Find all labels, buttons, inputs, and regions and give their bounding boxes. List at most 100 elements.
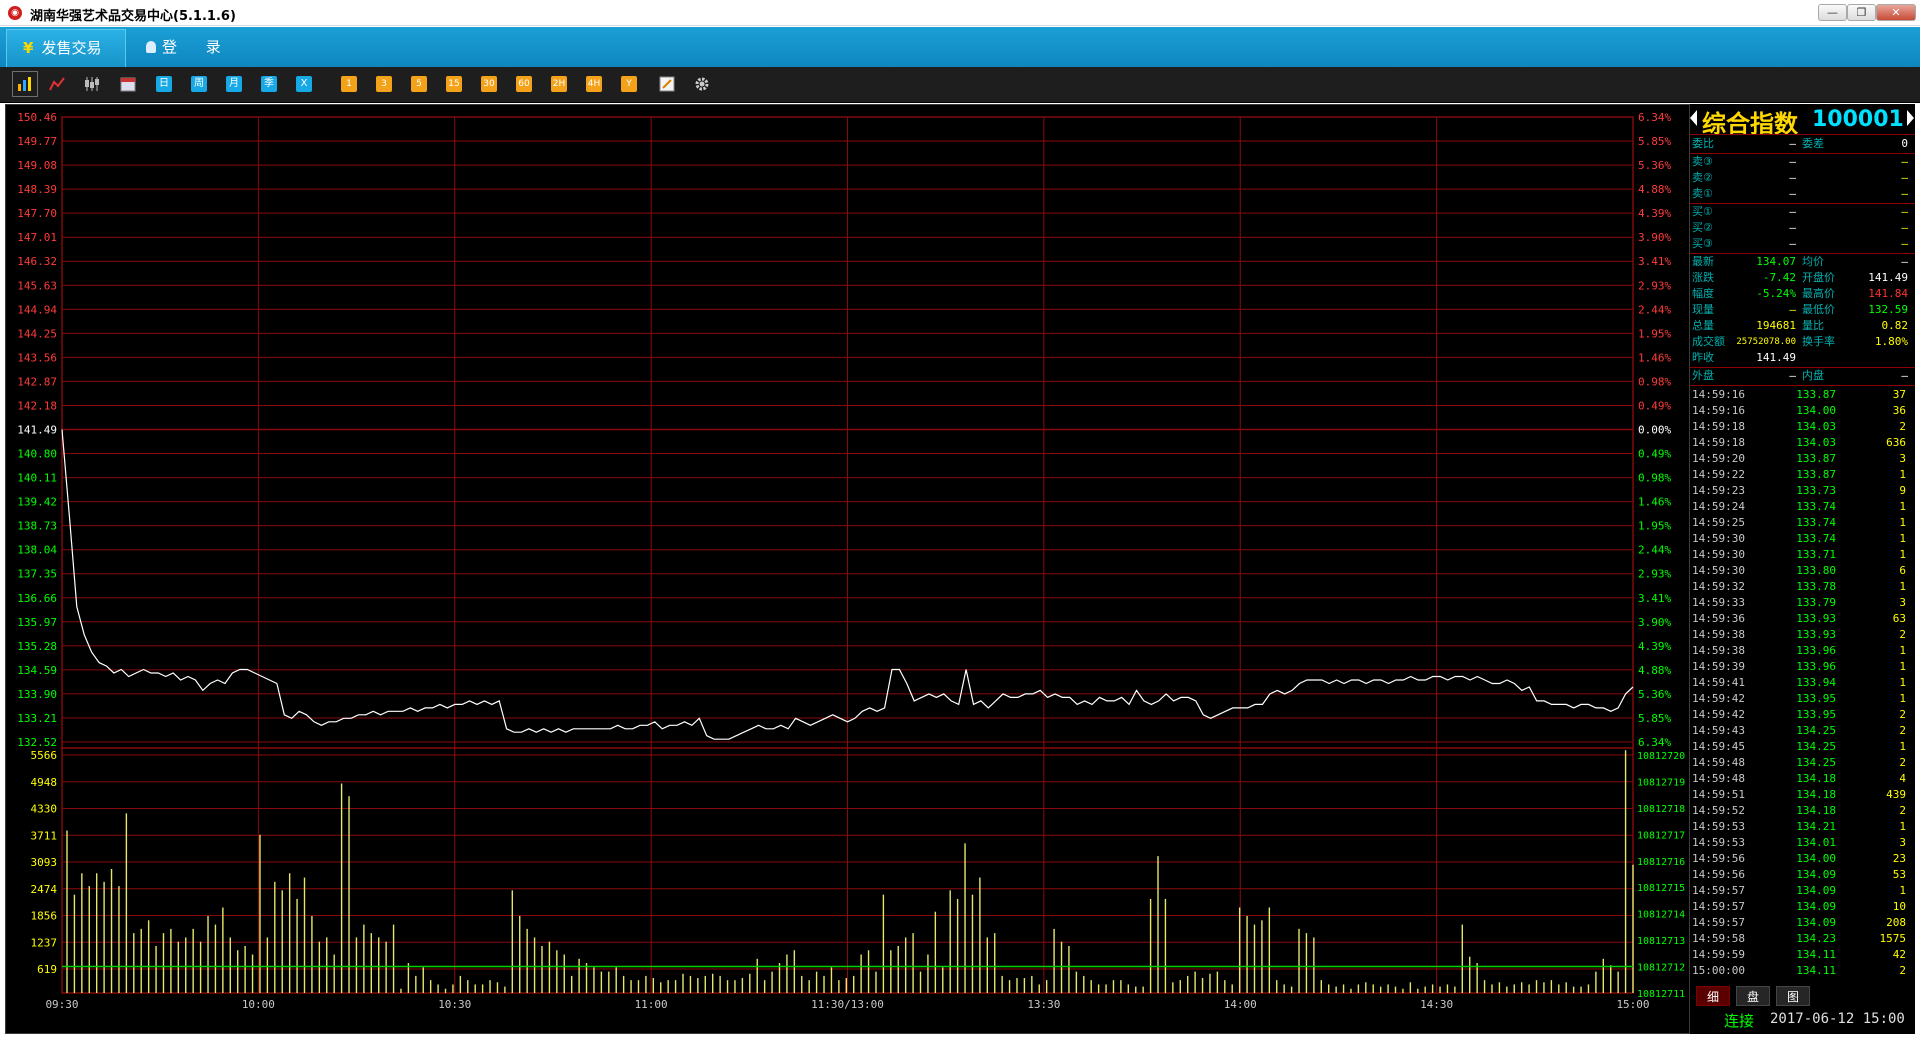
draw-pencil-icon[interactable] [659, 76, 675, 92]
time-axis-label: 13:30 [1027, 998, 1060, 1011]
next-instrument-icon[interactable] [1907, 110, 1914, 126]
quote-value: 141.84 [1868, 287, 1908, 300]
tick-time: 14:59:45 [1692, 740, 1745, 753]
quote-row: 幅度 -5.24% 最高价 141.84 [1690, 286, 1915, 302]
volume-right-label: 10812716 [1637, 857, 1685, 868]
period-quarter-button[interactable]: 季 [261, 76, 277, 92]
intraday-chart-panel[interactable]: 150.46 6.34% 149.77 5.85% 149.08 5.36% 148.39 4… [5, 104, 1690, 1034]
quote-label: 幅度 [1692, 287, 1714, 300]
minute-1-button[interactable]: 1 [341, 76, 357, 92]
prev-instrument-icon[interactable] [1690, 110, 1697, 126]
tick-time: 14:59:57 [1692, 884, 1745, 897]
pct-axis-label: 4.88% [1638, 664, 1671, 677]
app-logo-icon: ◉ [8, 6, 22, 20]
pct-axis-label: 5.85% [1638, 712, 1671, 725]
tick-row: 14:59:39 133.96 1 [1690, 659, 1915, 675]
tick-row: 14:59:30 133.74 1 [1690, 531, 1915, 547]
minute-60-button[interactable]: 60 [516, 76, 532, 92]
order-ratio-row: 委比 — 委差 0 [1690, 136, 1915, 152]
tick-row: 14:59:38 133.96 1 [1690, 643, 1915, 659]
quote-value: 194681 [1756, 319, 1796, 332]
settings-gear-icon[interactable] [694, 76, 710, 92]
tick-time: 14:59:20 [1692, 452, 1745, 465]
period-month-button[interactable]: 月 [226, 76, 242, 92]
tick-volume: 208 [1886, 916, 1906, 929]
minute-30-button[interactable]: 30 [481, 76, 497, 92]
tick-price: 133.93 [1796, 612, 1836, 625]
tick-volume: 2 [1899, 420, 1906, 433]
buy-level-volume: — [1901, 205, 1908, 218]
minimize-button[interactable]: — [1818, 4, 1847, 21]
tick-row: 14:59:42 133.95 1 [1690, 691, 1915, 707]
volume-axis-label: 5566 [31, 749, 58, 762]
time-axis-label: 14:00 [1224, 998, 1257, 1011]
instrument-code: 100001 [1812, 107, 1904, 132]
price-axis-label: 138.73 [17, 520, 57, 533]
volume-right-label: 10812714 [1637, 910, 1685, 921]
maximize-button[interactable]: ❐ [1847, 4, 1876, 21]
candlestick-icon[interactable] [84, 76, 100, 92]
tick-price: 134.00 [1796, 404, 1836, 417]
quote-label: 最高价 [1802, 287, 1835, 300]
tick-price: 134.11 [1796, 964, 1836, 977]
tick-volume: 2 [1899, 628, 1906, 641]
hour-4-button[interactable]: 4H [586, 76, 602, 92]
pct-axis-label: 4.39% [1638, 640, 1671, 653]
volume-axis-label: 619 [37, 963, 57, 976]
tab-sales-trading[interactable]: ¥ 发售交易 [6, 29, 126, 67]
sell-level-volume: — [1901, 171, 1908, 184]
buy-level-row: 买② — — [1690, 220, 1915, 236]
buy-level-row: 买③ — — [1690, 236, 1915, 252]
volume-right-label: 10812718 [1637, 804, 1685, 815]
quote-label: 最新 [1692, 255, 1714, 268]
quote-label: 昨收 [1692, 351, 1714, 364]
minute-5-button[interactable]: 5 [411, 76, 427, 92]
period-week-button[interactable]: 周 [191, 76, 207, 92]
close-button[interactable]: ✕ [1876, 4, 1916, 21]
tick-time: 14:59:23 [1692, 484, 1745, 497]
tab-login-label: 登 录 [162, 38, 233, 56]
buy-level-row: 买① — — [1690, 204, 1915, 220]
line-chart-icon[interactable] [49, 76, 65, 92]
calendar-icon[interactable] [120, 76, 136, 92]
tick-row: 14:59:20 133.87 3 [1690, 451, 1915, 467]
price-axis-label: 146.32 [17, 255, 57, 268]
sell-level-row: 卖① — — [1690, 186, 1915, 202]
buy-level-volume: — [1901, 221, 1908, 234]
minute-15-button[interactable]: 15 [446, 76, 462, 92]
outer-inner-row: 外盘 — 内盘 — [1690, 368, 1915, 384]
quote-row: 昨收 141.49 [1690, 350, 1915, 366]
ratio-label: 委比 [1692, 137, 1714, 150]
chart-toolbar: 日 周 月 季 X 1 3 5 15 30 60 2H 4H Y [0, 67, 1920, 103]
quote-label: 换手率 [1802, 335, 1835, 348]
tick-volume: 2 [1899, 708, 1906, 721]
intraday-chart-icon[interactable] [12, 71, 38, 97]
status-bar: 连接 2017-06-12 15:00 [1690, 1006, 1915, 1032]
year-button[interactable]: Y [621, 76, 637, 92]
tab-graph[interactable]: 图 [1776, 986, 1810, 1006]
tick-row: 14:59:41 133.94 1 [1690, 675, 1915, 691]
tick-time: 14:59:48 [1692, 756, 1745, 769]
minute-3-button[interactable]: 3 [376, 76, 392, 92]
intraday-chart[interactable]: 150.46 6.34% 149.77 5.85% 149.08 5.36% 148.39 4… [6, 105, 1689, 1033]
quote-label: 均价 [1802, 255, 1824, 268]
tab-detail[interactable]: 细 [1696, 986, 1730, 1006]
quote-value: 141.49 [1756, 351, 1796, 364]
period-custom-button[interactable]: X [296, 76, 312, 92]
time-axis-label: 14:30 [1420, 998, 1453, 1011]
period-day-button[interactable]: 日 [156, 76, 172, 92]
quote-value: 0.82 [1881, 319, 1909, 332]
ratio-value: — [1789, 137, 1796, 150]
quote-value: -5.24% [1756, 287, 1796, 300]
tick-time: 14:59:57 [1692, 916, 1745, 929]
tick-row: 14:59:53 134.21 1 [1690, 819, 1915, 835]
tab-book[interactable]: 盘 [1736, 986, 1770, 1006]
tick-volume: 1 [1899, 740, 1906, 753]
hour-2-button[interactable]: 2H [551, 76, 567, 92]
time-axis-label: 15:00 [1616, 998, 1649, 1011]
tick-time: 14:59:59 [1692, 948, 1745, 961]
tab-login[interactable]: 登 录 [146, 29, 236, 67]
price-axis-label: 144.25 [17, 327, 57, 340]
tick-row: 14:59:30 133.80 6 [1690, 563, 1915, 579]
tick-price: 133.74 [1796, 500, 1836, 513]
